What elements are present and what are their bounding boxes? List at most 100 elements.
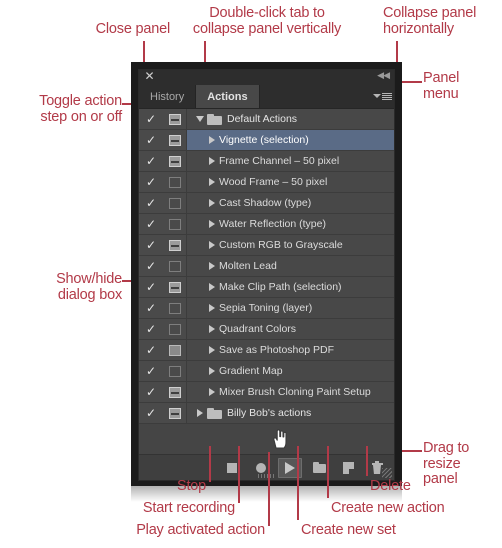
leader-delete <box>366 446 368 476</box>
toggle-action-step-checkbox[interactable]: ✓ <box>139 382 163 402</box>
caret-right-icon <box>209 367 215 375</box>
action-row-label: Make Clip Path (selection) <box>219 281 342 293</box>
toggle-dialog-box[interactable] <box>163 277 187 297</box>
toggle-dialog-box[interactable] <box>163 361 187 381</box>
action-row[interactable]: ✓ Billy Bob's actions <box>139 403 394 424</box>
stop-button[interactable] <box>220 458 244 478</box>
create-new-action-button[interactable] <box>336 458 360 478</box>
toggle-dialog-box[interactable] <box>163 382 187 402</box>
twirl-down-icon[interactable] <box>205 325 219 333</box>
action-row[interactable]: ✓ Quadrant Colors <box>139 319 394 340</box>
twirl-down-icon[interactable] <box>205 367 219 375</box>
toggle-action-step-checkbox[interactable]: ✓ <box>139 130 163 150</box>
toggle-dialog-box[interactable] <box>163 340 187 360</box>
action-row-body: Make Clip Path (selection) <box>187 277 394 297</box>
toggle-action-step-checkbox[interactable]: ✓ <box>139 109 163 129</box>
toggle-dialog-box[interactable] <box>163 319 187 339</box>
caret-right-icon <box>209 136 215 144</box>
close-icon[interactable]: ✕ <box>144 70 155 82</box>
tab-actions[interactable]: Actions <box>196 85 260 108</box>
twirl-down-icon[interactable] <box>205 136 219 144</box>
toggle-dialog-box[interactable] <box>163 193 187 213</box>
check-icon: ✓ <box>145 280 157 294</box>
twirl-down-icon[interactable] <box>193 409 207 417</box>
collapse-panel-icon[interactable]: ◀◀ <box>377 72 390 81</box>
twirl-down-icon[interactable] <box>205 283 219 291</box>
check-icon: ✓ <box>145 322 157 336</box>
toggle-action-step-checkbox[interactable]: ✓ <box>139 193 163 213</box>
toggle-dialog-box[interactable] <box>163 130 187 150</box>
action-row[interactable]: ✓ Sepia Toning (layer) <box>139 298 394 319</box>
toggle-action-step-checkbox[interactable]: ✓ <box>139 319 163 339</box>
action-row-label: Billy Bob's actions <box>227 407 312 419</box>
action-row[interactable]: ✓ Gradient Map <box>139 361 394 382</box>
action-row[interactable]: ✓ Water Reflection (type) <box>139 214 394 235</box>
caret-right-icon <box>209 388 215 396</box>
action-row[interactable]: ✓ Mixer Brush Cloning Paint Setup <box>139 382 394 403</box>
tab-history[interactable]: History <box>139 85 197 108</box>
folder-icon <box>207 407 222 419</box>
toggle-action-step-checkbox[interactable]: ✓ <box>139 151 163 171</box>
toggle-dialog-box[interactable] <box>163 403 187 423</box>
dialog-box-icon <box>168 134 181 146</box>
action-row[interactable]: ✓ Save as Photoshop PDF <box>139 340 394 361</box>
toggle-dialog-box[interactable] <box>163 214 187 234</box>
twirl-down-icon[interactable] <box>205 157 219 165</box>
twirl-down-icon[interactable] <box>205 304 219 312</box>
toggle-dialog-box[interactable] <box>163 172 187 192</box>
toggle-dialog-box[interactable] <box>163 298 187 318</box>
toggle-dialog-box[interactable] <box>163 256 187 276</box>
annotation-double-click-tab: Double-click tab to collapse panel verti… <box>192 5 342 37</box>
new-doc-icon <box>342 461 354 474</box>
action-row-label: Default Actions <box>227 113 298 125</box>
toggle-dialog-box[interactable] <box>163 109 187 129</box>
actions-panel-window: ✕ ◀◀ History Actions ✓ Default Actions ✓ Vi… <box>131 62 402 486</box>
toggle-action-step-checkbox[interactable]: ✓ <box>139 256 163 276</box>
action-row[interactable]: ✓ Frame Channel – 50 pixel <box>139 151 394 172</box>
panel-grip[interactable] <box>257 474 276 478</box>
toggle-action-step-checkbox[interactable]: ✓ <box>139 340 163 360</box>
resize-handle[interactable] <box>382 468 392 478</box>
action-row-body: Vignette (selection) <box>187 130 394 150</box>
twirl-down-icon[interactable] <box>205 346 219 354</box>
toggle-action-step-checkbox[interactable]: ✓ <box>139 235 163 255</box>
dialog-box-icon <box>168 281 181 293</box>
action-row[interactable]: ✓ Vignette (selection) <box>139 130 394 151</box>
action-row-label: Custom RGB to Grayscale <box>219 239 343 251</box>
panel-menu-icon[interactable] <box>373 90 392 102</box>
action-row-label: Quadrant Colors <box>219 323 297 335</box>
leader-create-new-action <box>327 446 329 498</box>
toggle-action-step-checkbox[interactable]: ✓ <box>139 298 163 318</box>
actions-list[interactable]: ✓ Default Actions ✓ Vignette (selection) ✓ Fr… <box>139 109 394 454</box>
dialog-box-icon <box>168 386 181 398</box>
action-row[interactable]: ✓ Custom RGB to Grayscale <box>139 235 394 256</box>
check-icon: ✓ <box>145 343 157 357</box>
action-row-label: Frame Channel – 50 pixel <box>219 155 340 167</box>
leader-stop <box>209 446 211 482</box>
twirl-down-icon[interactable] <box>205 388 219 396</box>
trash-icon <box>371 461 383 474</box>
toggle-action-step-checkbox[interactable]: ✓ <box>139 403 163 423</box>
action-row[interactable]: ✓ Wood Frame – 50 pixel <box>139 172 394 193</box>
toggle-action-step-checkbox[interactable]: ✓ <box>139 172 163 192</box>
toggle-action-step-checkbox[interactable]: ✓ <box>139 214 163 234</box>
twirl-down-icon[interactable] <box>205 178 219 186</box>
action-row-label: Molten Lead <box>219 260 277 272</box>
dialog-box-icon <box>168 239 181 251</box>
twirl-down-icon[interactable] <box>205 262 219 270</box>
action-row[interactable]: ✓ Default Actions <box>139 109 394 130</box>
toggle-dialog-box[interactable] <box>163 235 187 255</box>
twirl-down-icon[interactable] <box>205 220 219 228</box>
action-row[interactable]: ✓ Cast Shadow (type) <box>139 193 394 214</box>
chevron-down-icon <box>373 94 381 98</box>
action-row[interactable]: ✓ Molten Lead <box>139 256 394 277</box>
toggle-action-step-checkbox[interactable]: ✓ <box>139 277 163 297</box>
action-row[interactable]: ✓ Make Clip Path (selection) <box>139 277 394 298</box>
twirl-down-icon[interactable] <box>205 199 219 207</box>
annotation-collapse-horizontally: Collapse panel horizontally <box>383 5 477 37</box>
twirl-down-icon[interactable] <box>205 241 219 249</box>
toggle-dialog-box[interactable] <box>163 151 187 171</box>
menu-lines-icon <box>382 92 392 100</box>
toggle-action-step-checkbox[interactable]: ✓ <box>139 361 163 381</box>
twirl-down-icon[interactable] <box>193 116 207 122</box>
